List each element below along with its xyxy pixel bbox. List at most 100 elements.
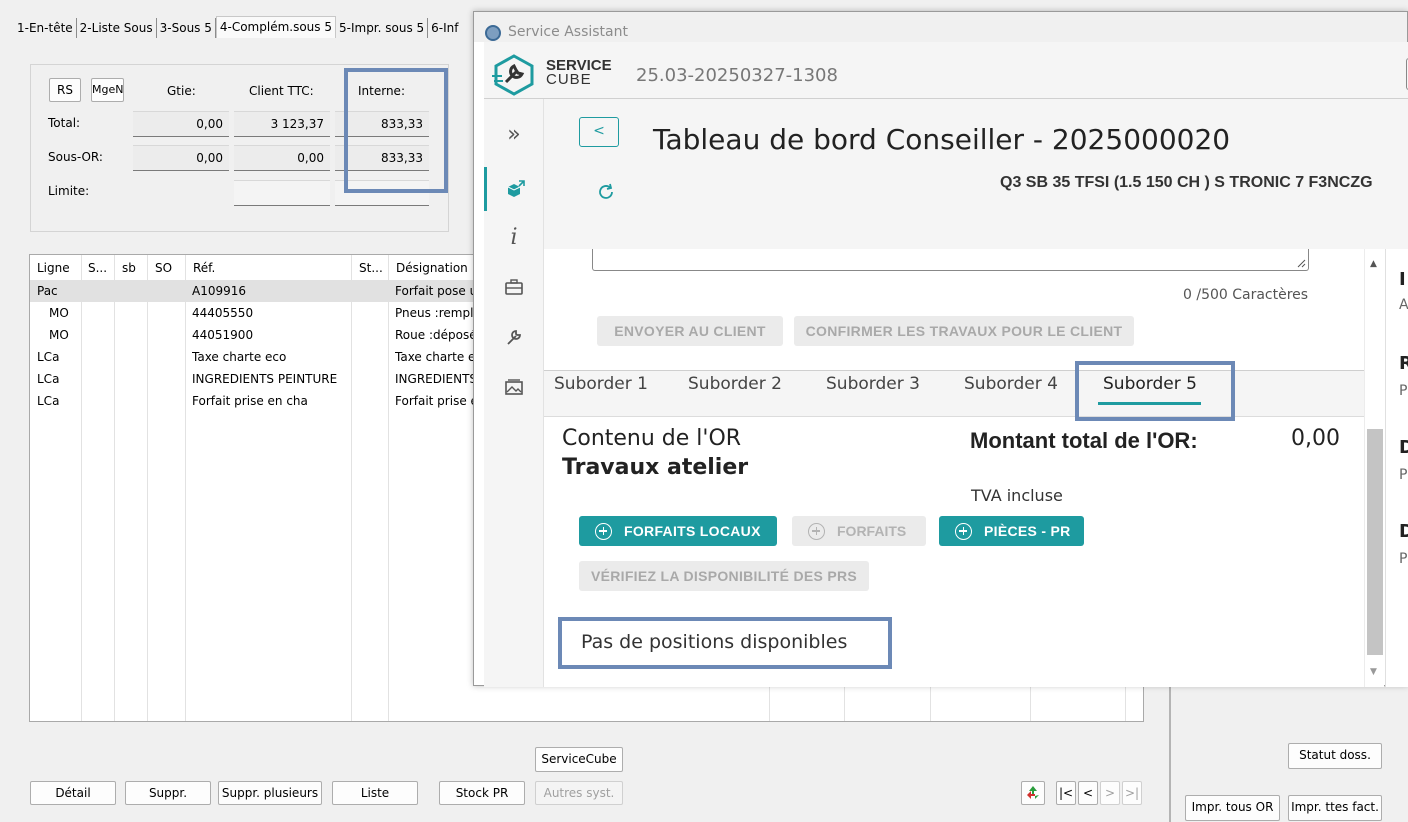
row-designation: Pneus :rempla — [395, 306, 475, 320]
tab-impr-sous-5[interactable]: 5-Impr. sous 5 — [336, 18, 429, 38]
app-icon — [485, 25, 501, 41]
verify-availability-button[interactable]: VÉRIFIEZ LA DISPONIBILITÉ DES PRS — [579, 561, 869, 591]
suborder-5-highlight-box — [1075, 361, 1235, 421]
impr-ttes-fact-button[interactable]: Impr. ttes fact. — [1288, 795, 1382, 821]
row-limite-label: Limite: — [48, 184, 90, 198]
suppr-button[interactable]: Suppr. — [125, 781, 211, 805]
info-icon: i — [510, 224, 518, 250]
nav-first-button[interactable]: |< — [1056, 781, 1076, 805]
sidebar-expand-button[interactable]: » — [484, 113, 544, 157]
grid-header-s[interactable]: S... — [82, 255, 115, 279]
grid-header-so[interactable]: SO — [148, 255, 186, 279]
sidebar-item-info[interactable]: i — [484, 215, 544, 259]
tab-suborder-3[interactable]: Suborder 3 — [826, 374, 920, 394]
double-chevron-right-icon: » — [507, 122, 521, 147]
stock-pr-button[interactable]: Stock PR — [439, 781, 525, 805]
grid-header-ref[interactable]: Réf. — [186, 255, 352, 279]
montant-value: 0,00 — [1291, 426, 1340, 451]
tab-en-tete[interactable]: 1-En-tête — [14, 18, 77, 38]
tab-sous-5[interactable]: 3-Sous 5 — [157, 18, 216, 38]
detail-button[interactable]: Détail — [30, 781, 116, 805]
image-gallery-icon — [505, 379, 523, 395]
tab-suborder-2[interactable]: Suborder 2 — [688, 374, 782, 394]
row-total-label: Total: — [48, 116, 81, 130]
sidebar-item-briefcase[interactable] — [484, 265, 544, 309]
logo-line2: CUBE — [546, 71, 592, 88]
travaux-atelier-label: Travaux atelier — [562, 455, 749, 480]
servicecube-logo-icon — [492, 54, 534, 96]
version-label: 25.03-20250327-1308 — [636, 65, 838, 86]
row-ligne: MO — [49, 306, 69, 320]
sidebar-item-tools[interactable] — [484, 315, 544, 359]
tva-label: TVA incluse — [971, 486, 1063, 505]
forfaits-locaux-button[interactable]: FORFAITS LOCAUX — [579, 516, 777, 546]
refresh-icon[interactable] — [595, 181, 617, 203]
rs-button[interactable]: RS — [49, 78, 81, 102]
char-counter: 0 /500 Caractères — [1183, 287, 1309, 303]
refresh-recycle-icon[interactable] — [1021, 781, 1045, 805]
liste-button[interactable]: Liste — [332, 781, 418, 805]
sous-or-gtie-field: 0,00 — [133, 145, 229, 171]
resize-grip-icon[interactable] — [1297, 259, 1306, 268]
comment-textarea[interactable] — [592, 249, 1309, 271]
tab-suborder-1[interactable]: Suborder 1 — [554, 374, 648, 394]
right-panel-text: A — [1399, 297, 1408, 313]
row-designation: Forfait prise e — [395, 394, 475, 408]
pieces-pr-button[interactable]: PIÈCES - PR — [939, 516, 1084, 546]
scrollbar-thumb[interactable] — [1367, 429, 1383, 655]
right-panel-heading: R — [1399, 353, 1408, 374]
row-ref: 44405550 — [192, 306, 254, 320]
nav-last-button[interactable]: >| — [1122, 781, 1142, 805]
autres-syst-button[interactable]: Autres syst. — [535, 781, 623, 805]
right-panel-heading: D — [1399, 521, 1408, 542]
tab-complem-sous-5[interactable]: 4-Complém.sous 5 — [215, 16, 336, 38]
impr-tous-or-button[interactable]: Impr. tous OR — [1185, 795, 1280, 821]
sidebar-item-gallery[interactable] — [484, 365, 544, 409]
statut-doss-button[interactable]: Statut doss. — [1288, 743, 1382, 769]
sidebar-item-dashboard[interactable] — [484, 167, 544, 211]
back-button[interactable]: < — [579, 117, 619, 147]
row-sous-or-label: Sous-OR: — [48, 150, 103, 164]
plus-circle-icon — [955, 522, 972, 540]
row-ref: 44051900 — [192, 328, 254, 342]
sidebar: » i — [484, 99, 544, 687]
cube-icon — [507, 180, 525, 197]
nav-next-button[interactable]: > — [1100, 781, 1120, 805]
forfaits-button[interactable]: FORFAITS — [792, 516, 926, 546]
interne-highlight-box — [344, 68, 448, 193]
right-panel-heading: D — [1399, 437, 1408, 458]
row-designation: INGREDIENTS — [395, 372, 475, 386]
scroll-up-icon[interactable]: ▲ — [1370, 259, 1377, 269]
page-title: Tableau de bord Conseiller - 2025000020 — [653, 123, 1231, 156]
row-designation: Roue :déposé — [395, 328, 475, 342]
right-panel-text: P — [1399, 551, 1408, 567]
contenu-label: Contenu de l'OR — [562, 426, 742, 451]
tab-liste-sous[interactable]: 2-Liste Sous — [77, 18, 157, 38]
grid-header-designation[interactable]: Désignation — [389, 255, 479, 279]
scroll-down-icon[interactable]: ▼ — [1370, 667, 1377, 677]
row-ref: A109916 — [192, 284, 247, 298]
row-designation: Taxe charte e — [395, 350, 475, 364]
servicecube-button[interactable]: ServiceCube — [535, 747, 623, 772]
row-designation: Forfait pose u — [395, 284, 475, 298]
limite-client-field[interactable] — [234, 180, 330, 206]
send-to-client-button[interactable]: ENVOYER AU CLIENT — [597, 316, 783, 346]
right-detail-panel: I A R P D P D P — [1385, 249, 1408, 687]
pieces-pr-label: PIÈCES - PR — [984, 523, 1071, 539]
mgen-button[interactable]: MgeN — [91, 78, 124, 102]
grid-header-st[interactable]: St... — [352, 255, 389, 279]
tab-info[interactable]: 6-Inf — [428, 18, 461, 38]
confirm-work-button[interactable]: CONFIRMER LES TRAVAUX POUR LE CLIENT — [794, 316, 1134, 346]
grid-header-ligne[interactable]: Ligne — [30, 255, 82, 279]
nav-prev-button[interactable]: < — [1078, 781, 1098, 805]
tab-suborder-4[interactable]: Suborder 4 — [964, 374, 1058, 394]
plus-circle-icon — [808, 522, 825, 540]
grid-header-sb[interactable]: sb — [115, 255, 148, 279]
row-ref: INGREDIENTS PEINTURE — [192, 372, 338, 386]
scrollbar[interactable]: ▲ ▼ — [1364, 249, 1384, 687]
right-panel-text: P — [1399, 467, 1408, 483]
suborder-tab-bar — [544, 371, 1364, 417]
suppr-plusieurs-button[interactable]: Suppr. plusieurs — [218, 781, 322, 805]
montant-label: Montant total de l'OR: — [970, 428, 1198, 453]
total-gtie-field: 0,00 — [133, 111, 229, 137]
